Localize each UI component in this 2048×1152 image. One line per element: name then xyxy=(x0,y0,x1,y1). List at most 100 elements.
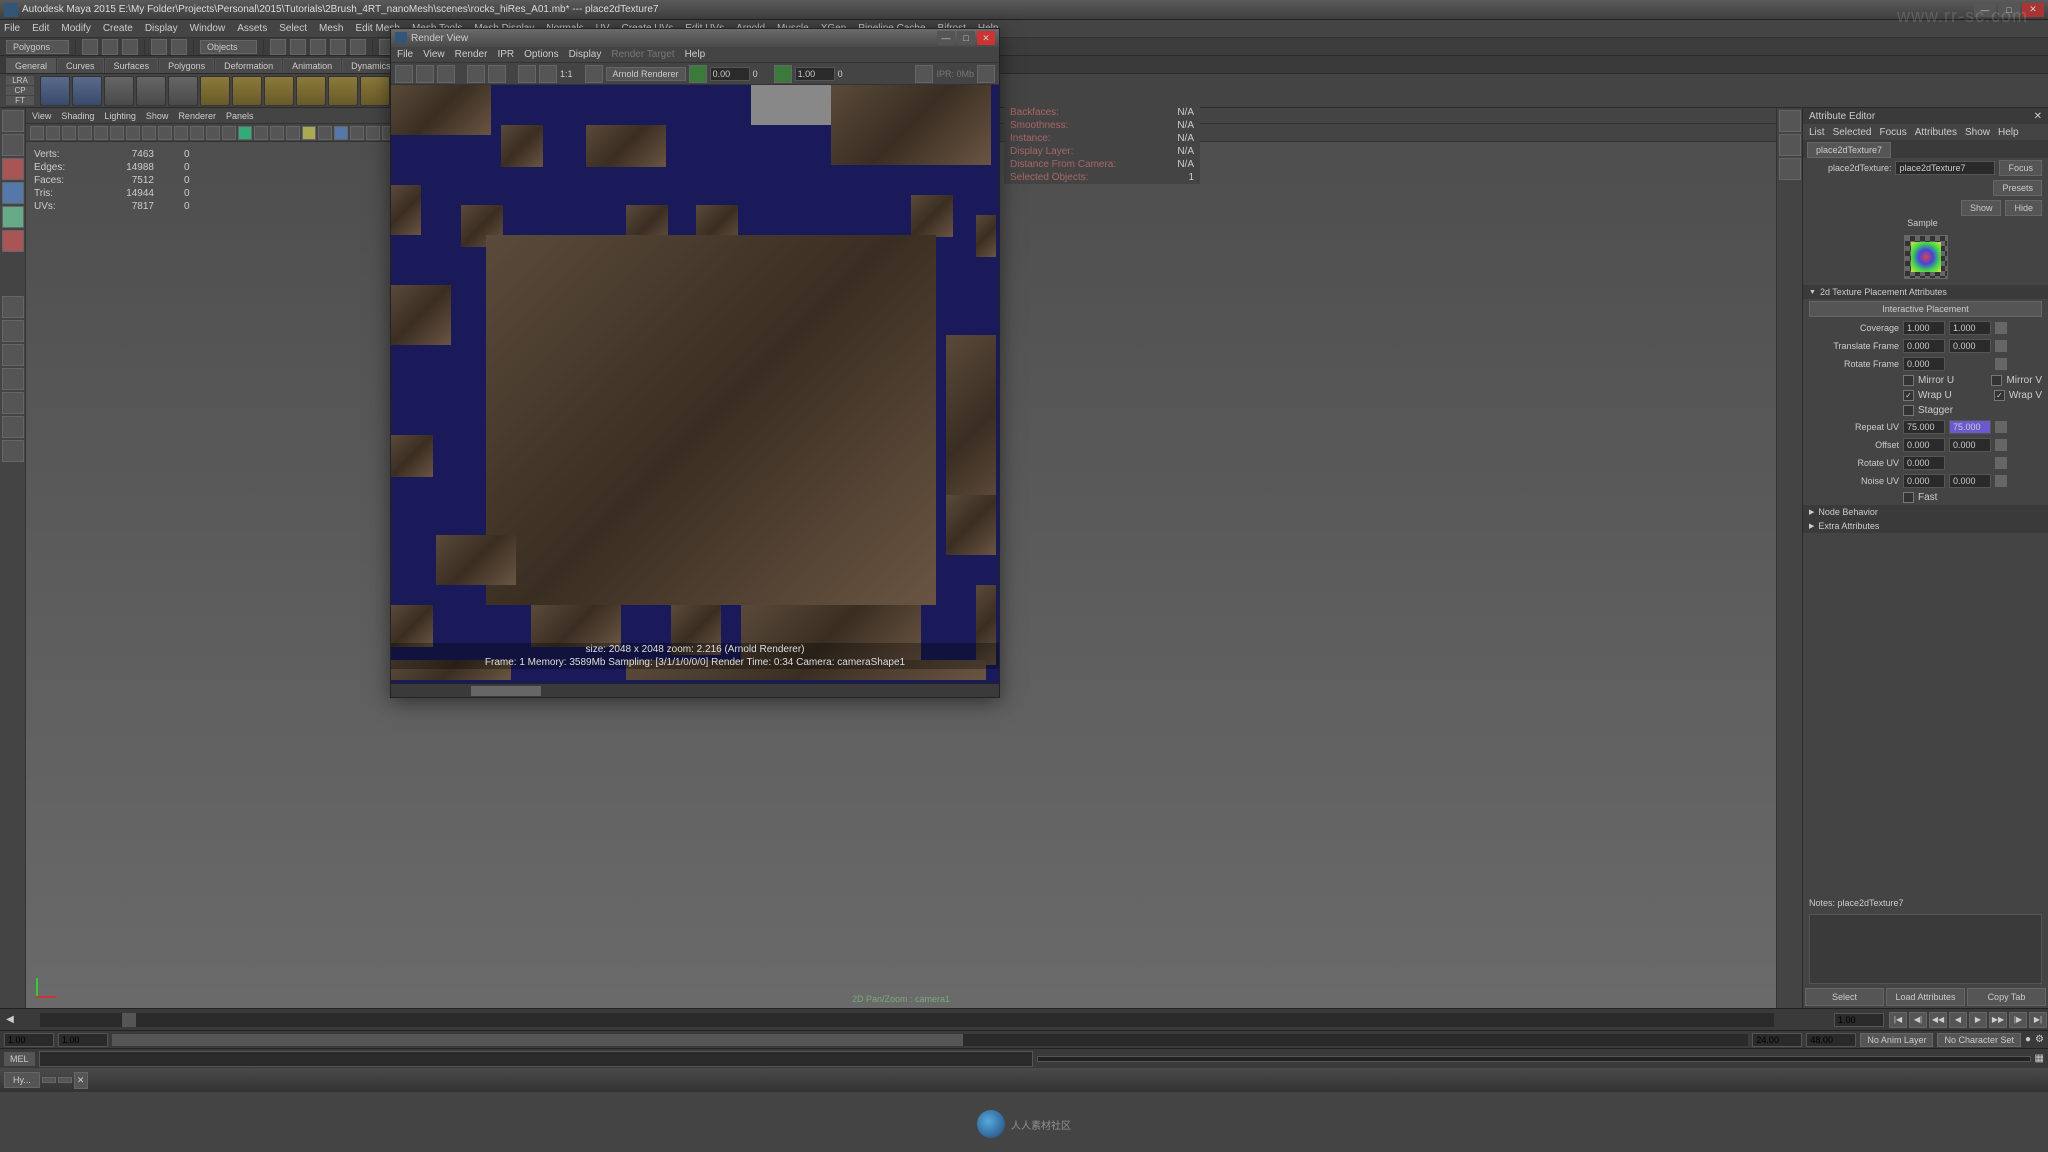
offset-v-input[interactable] xyxy=(1949,438,1991,452)
vp-safe-title-icon[interactable] xyxy=(206,126,220,140)
vp-menu-renderer[interactable]: Renderer xyxy=(178,111,216,121)
ae-focus-button[interactable]: Focus xyxy=(1999,160,2042,176)
offset-u-input[interactable] xyxy=(1903,438,1945,452)
coverage-u-input[interactable] xyxy=(1903,321,1945,335)
shelf-side-cp[interactable]: CP xyxy=(6,86,34,95)
vp-select-cam-icon[interactable] xyxy=(30,126,44,140)
map-icon[interactable] xyxy=(1995,421,2007,433)
snap-live-icon[interactable] xyxy=(350,39,366,55)
toggle-channel-icon[interactable] xyxy=(1779,158,1801,180)
layout-two-icon[interactable] xyxy=(2,344,24,366)
ae-section-nodebehavior[interactable]: Node Behavior xyxy=(1803,505,2048,519)
taskbar-close-icon[interactable]: ✕ xyxy=(74,1072,88,1089)
vp-menu-panels[interactable]: Panels xyxy=(226,111,254,121)
rv-menu-options[interactable]: Options xyxy=(524,49,558,60)
rotate-frame-input[interactable] xyxy=(1903,357,1945,371)
repeat-v-input[interactable] xyxy=(1949,420,1991,434)
rv-settings-icon[interactable] xyxy=(518,65,536,83)
menu-assets[interactable]: Assets xyxy=(237,23,267,34)
stagger-checkbox[interactable] xyxy=(1903,405,1914,416)
range-bar[interactable] xyxy=(112,1034,1748,1046)
cmd-lang-label[interactable]: MEL xyxy=(4,1052,35,1066)
vp-lock-cam-icon[interactable] xyxy=(46,126,60,140)
vp-xray-joints-icon[interactable] xyxy=(334,126,348,140)
menu-edit[interactable]: Edit xyxy=(32,23,49,34)
translate-frame-u-input[interactable] xyxy=(1903,339,1945,353)
menu-display[interactable]: Display xyxy=(145,23,178,34)
ae-close-icon[interactable]: ✕ xyxy=(2034,111,2042,122)
menu-create[interactable]: Create xyxy=(103,23,133,34)
rv-exposure-input[interactable] xyxy=(710,67,750,81)
shelf-tab-surfaces[interactable]: Surfaces xyxy=(105,58,159,73)
lasso-tool-icon[interactable] xyxy=(2,134,24,156)
rv-menu-target[interactable]: Render Target xyxy=(611,49,674,60)
vp-wireframe-icon[interactable] xyxy=(222,126,236,140)
ae-menu-focus[interactable]: Focus xyxy=(1879,127,1906,138)
rv-close-ipr-icon[interactable] xyxy=(977,65,995,83)
vp-film-gate-icon[interactable] xyxy=(126,126,140,140)
play-back-icon[interactable]: ◀ xyxy=(1949,1012,1967,1028)
vp-xray-icon[interactable] xyxy=(318,126,332,140)
range-end-input[interactable] xyxy=(1806,1033,1856,1047)
shelf-button[interactable] xyxy=(296,76,326,106)
ae-menu-attributes[interactable]: Attributes xyxy=(1915,127,1957,138)
range-in-input[interactable] xyxy=(58,1033,108,1047)
rv-image-canvas[interactable]: size: 2048 x 2048 zoom: 2.216 (Arnold Re… xyxy=(391,85,999,683)
map-icon[interactable] xyxy=(1995,457,2007,469)
snap-plane-icon[interactable] xyxy=(330,39,346,55)
menuset-dropdown[interactable]: Polygons xyxy=(6,40,69,54)
close-button[interactable]: ✕ xyxy=(2022,3,2044,17)
shelf-button[interactable] xyxy=(264,76,294,106)
wrap-v-checkbox[interactable] xyxy=(1994,390,2005,401)
shelf-side-lra[interactable]: LRA xyxy=(6,76,34,85)
paint-select-tool-icon[interactable] xyxy=(2,158,24,180)
menu-mesh[interactable]: Mesh xyxy=(319,23,343,34)
ae-copy-tab-button[interactable]: Copy Tab xyxy=(1967,988,2046,1006)
repeat-u-input[interactable] xyxy=(1903,420,1945,434)
open-scene-icon[interactable] xyxy=(102,39,118,55)
map-icon[interactable] xyxy=(1995,322,2007,334)
auto-key-icon[interactable]: ● xyxy=(2025,1034,2031,1045)
vp-grid-icon[interactable] xyxy=(110,126,124,140)
menu-modify[interactable]: Modify xyxy=(61,23,90,34)
rv-ipr-icon[interactable] xyxy=(467,65,485,83)
ae-node-tab[interactable]: place2dTexture7 xyxy=(1807,142,1891,158)
ae-notes-textarea[interactable] xyxy=(1809,914,2042,984)
minimize-button[interactable]: — xyxy=(1974,3,1996,17)
play-fwd-icon[interactable]: ▶ xyxy=(1969,1012,1987,1028)
layout-single-icon[interactable] xyxy=(2,296,24,318)
shelf-tab-general[interactable]: General xyxy=(6,58,56,73)
rv-close-button[interactable]: ✕ xyxy=(977,31,995,45)
command-input[interactable] xyxy=(39,1051,1033,1067)
shelf-button[interactable] xyxy=(72,76,102,106)
ae-menu-help[interactable]: Help xyxy=(1998,127,2019,138)
timeline-track[interactable] xyxy=(40,1013,1774,1027)
shelf-side-ft[interactable]: FT xyxy=(6,96,34,105)
shelf-tab-curves[interactable]: Curves xyxy=(57,58,104,73)
anim-layer-dropdown[interactable]: No Anim Layer xyxy=(1860,1033,1933,1047)
time-slider[interactable]: ◀ |◀ ◀| ◀◀ ◀ ▶ ▶▶ |▶ ▶| xyxy=(0,1008,2048,1030)
ae-section-2dplacement[interactable]: 2d Texture Placement Attributes xyxy=(1803,285,2048,299)
maximize-button[interactable]: □ xyxy=(1998,3,2020,17)
ae-section-extra[interactable]: Extra Attributes xyxy=(1803,519,2048,533)
vp-menu-show[interactable]: Show xyxy=(146,111,169,121)
step-fwd-icon[interactable]: |▶ xyxy=(2009,1012,2027,1028)
rv-minimize-button[interactable]: — xyxy=(937,31,955,45)
go-start-icon[interactable]: |◀ xyxy=(1889,1012,1907,1028)
vp-menu-view[interactable]: View xyxy=(32,111,51,121)
rv-renderer-dropdown[interactable]: Arnold Renderer xyxy=(606,67,686,81)
vp-smooth-shade-icon[interactable] xyxy=(238,126,252,140)
ae-node-name-input[interactable] xyxy=(1895,161,1995,175)
rv-keep-image-icon[interactable] xyxy=(585,65,603,83)
vp-resolution-gate-icon[interactable] xyxy=(142,126,156,140)
rv-menu-view[interactable]: View xyxy=(423,49,445,60)
current-frame-input[interactable] xyxy=(1834,1013,1884,1027)
rv-exposure-toggle-icon[interactable] xyxy=(689,65,707,83)
vp-textured-icon[interactable] xyxy=(254,126,268,140)
rv-refresh-icon[interactable] xyxy=(488,65,506,83)
rv-render-region-icon[interactable] xyxy=(416,65,434,83)
vp-isolate-icon[interactable] xyxy=(302,126,316,140)
wrap-u-checkbox[interactable] xyxy=(1903,390,1914,401)
ae-presets-button[interactable]: Presets xyxy=(1993,180,2042,196)
rv-menu-render[interactable]: Render xyxy=(455,49,488,60)
